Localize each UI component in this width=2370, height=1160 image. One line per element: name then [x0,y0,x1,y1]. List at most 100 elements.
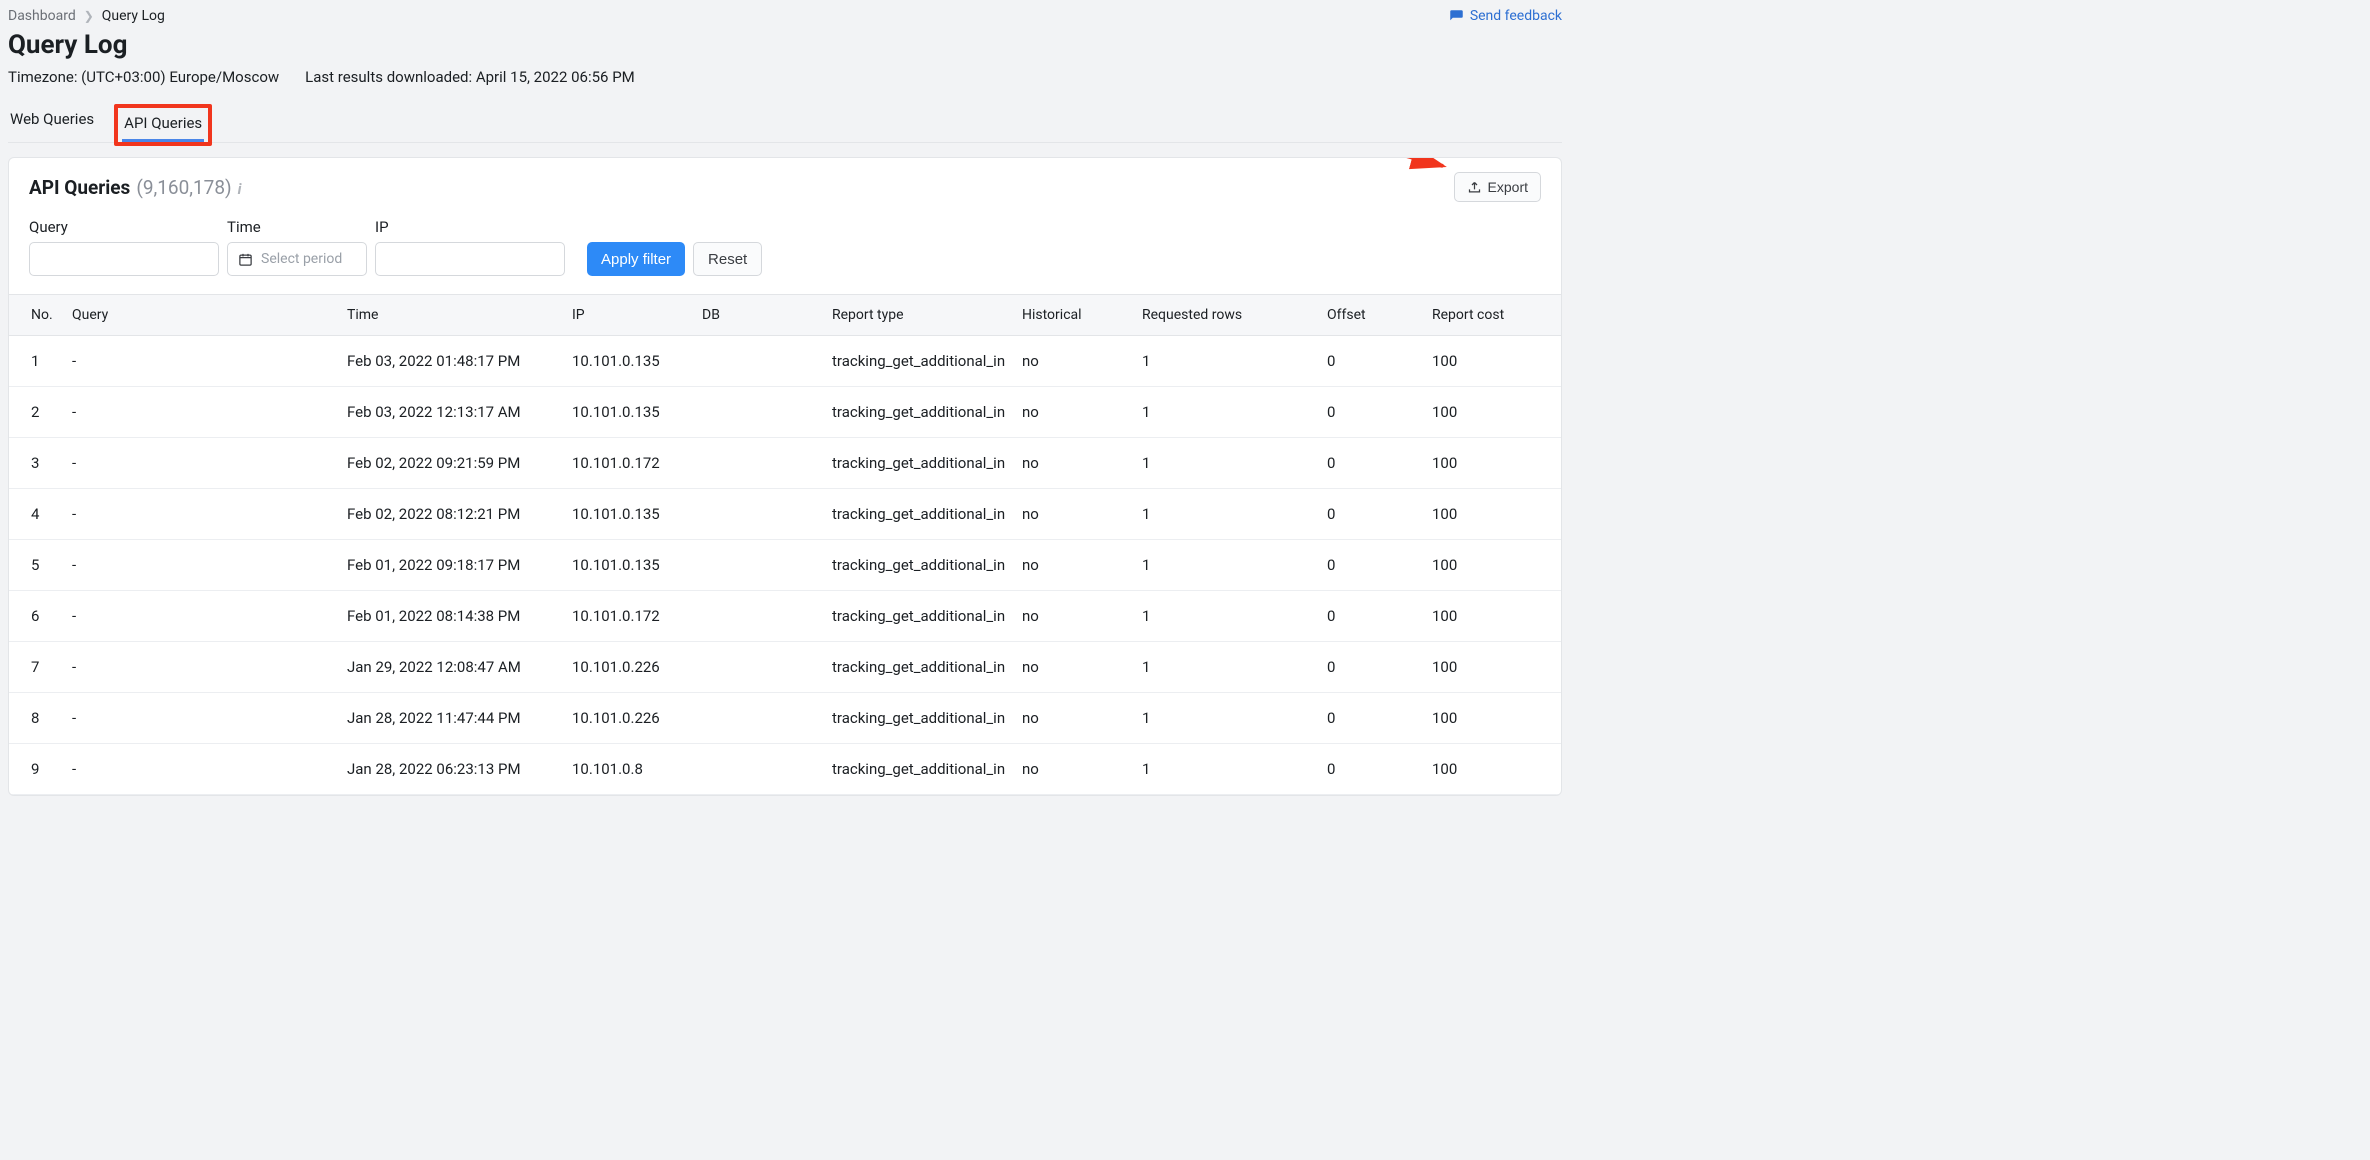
query-filter-label: Query [29,218,219,236]
cell-db [694,336,824,387]
send-feedback-link[interactable]: Send feedback [1449,8,1562,24]
cell-ip: 10.101.0.226 [564,693,694,744]
cell-no: 5 [9,540,64,591]
card-count: (9,160,178) [136,176,231,199]
cell-offset: 0 [1319,489,1424,540]
cell-report_cost: 100 [1424,489,1561,540]
col-offset[interactable]: Offset [1319,295,1424,336]
query-log-table: No. Query Time IP DB Report type Histori… [9,294,1561,795]
cell-historical: no [1014,693,1134,744]
table-row[interactable]: 8-Jan 28, 2022 11:47:44 PM10.101.0.226tr… [9,693,1561,744]
cell-report_cost: 100 [1424,744,1561,795]
cell-report_cost: 100 [1424,336,1561,387]
info-icon[interactable]: i [238,180,242,198]
export-icon [1467,180,1482,195]
calendar-icon [238,252,253,267]
breadcrumb-current: Query Log [102,8,165,24]
cell-report_type: tracking_get_additional_in [824,387,1014,438]
tab-web-queries[interactable]: Web Queries [8,104,96,142]
cell-requested_rows: 1 [1134,336,1319,387]
col-ip[interactable]: IP [564,295,694,336]
cell-db [694,540,824,591]
time-filter-label: Time [227,218,367,236]
cell-report_cost: 100 [1424,540,1561,591]
table-row[interactable]: 1-Feb 03, 2022 01:48:17 PM10.101.0.135tr… [9,336,1561,387]
cell-no: 6 [9,591,64,642]
table-row[interactable]: 9-Jan 28, 2022 06:23:13 PM10.101.0.8trac… [9,744,1561,795]
cell-ip: 10.101.0.135 [564,336,694,387]
col-time[interactable]: Time [339,295,564,336]
cell-query: - [64,591,339,642]
time-placeholder: Select period [261,251,342,267]
send-feedback-label: Send feedback [1470,8,1562,24]
apply-filter-button[interactable]: Apply filter [587,242,685,276]
table-row[interactable]: 4-Feb 02, 2022 08:12:21 PM10.101.0.135tr… [9,489,1561,540]
cell-requested_rows: 1 [1134,693,1319,744]
cell-ip: 10.101.0.8 [564,744,694,795]
cell-no: 3 [9,438,64,489]
cell-db [694,438,824,489]
cell-time: Feb 03, 2022 01:48:17 PM [339,336,564,387]
cell-offset: 0 [1319,438,1424,489]
table-row[interactable]: 7-Jan 29, 2022 12:08:47 AM10.101.0.226tr… [9,642,1561,693]
cell-time: Jan 29, 2022 12:08:47 AM [339,642,564,693]
col-report-cost[interactable]: Report cost [1424,295,1561,336]
cell-historical: no [1014,591,1134,642]
annotation-arrow-icon [1273,157,1453,172]
cell-requested_rows: 1 [1134,438,1319,489]
col-historical[interactable]: Historical [1014,295,1134,336]
annotation-highlight: API Queries [114,104,212,146]
cell-report_cost: 100 [1424,438,1561,489]
col-requested-rows[interactable]: Requested rows [1134,295,1319,336]
cell-query: - [64,489,339,540]
time-period-picker[interactable]: Select period [227,242,367,276]
ip-filter-label: IP [375,218,565,236]
cell-query: - [64,438,339,489]
col-db[interactable]: DB [694,295,824,336]
cell-time: Feb 01, 2022 08:14:38 PM [339,591,564,642]
cell-historical: no [1014,438,1134,489]
cell-offset: 0 [1319,591,1424,642]
table-row[interactable]: 6-Feb 01, 2022 08:14:38 PM10.101.0.172tr… [9,591,1561,642]
col-report-type[interactable]: Report type [824,295,1014,336]
cell-historical: no [1014,540,1134,591]
cell-report_type: tracking_get_additional_in [824,540,1014,591]
page-title: Query Log [8,30,1562,60]
cell-historical: no [1014,336,1134,387]
export-button[interactable]: Export [1454,172,1541,202]
cell-query: - [64,693,339,744]
cell-offset: 0 [1319,387,1424,438]
cell-time: Jan 28, 2022 06:23:13 PM [339,744,564,795]
breadcrumb-root[interactable]: Dashboard [8,8,76,24]
cell-report_type: tracking_get_additional_in [824,744,1014,795]
query-input[interactable] [29,242,219,276]
ip-input[interactable] [375,242,565,276]
cell-historical: no [1014,642,1134,693]
cell-db [694,642,824,693]
cell-query: - [64,336,339,387]
col-no[interactable]: No. [9,295,64,336]
table-row[interactable]: 5-Feb 01, 2022 09:18:17 PM10.101.0.135tr… [9,540,1561,591]
cell-report_type: tracking_get_additional_in [824,336,1014,387]
breadcrumb: Dashboard ❯ Query Log [8,8,165,24]
cell-historical: no [1014,744,1134,795]
cell-offset: 0 [1319,744,1424,795]
table-row[interactable]: 2-Feb 03, 2022 12:13:17 AM10.101.0.135tr… [9,387,1561,438]
cell-time: Jan 28, 2022 11:47:44 PM [339,693,564,744]
export-label: Export [1488,179,1528,195]
reset-button[interactable]: Reset [693,242,762,276]
cell-time: Feb 01, 2022 09:18:17 PM [339,540,564,591]
cell-historical: no [1014,489,1134,540]
cell-db [694,387,824,438]
cell-time: Feb 03, 2022 12:13:17 AM [339,387,564,438]
cell-offset: 0 [1319,336,1424,387]
cell-query: - [64,387,339,438]
col-query[interactable]: Query [64,295,339,336]
cell-ip: 10.101.0.172 [564,438,694,489]
tab-api-queries[interactable]: API Queries [122,108,204,142]
cell-requested_rows: 1 [1134,489,1319,540]
table-row[interactable]: 3-Feb 02, 2022 09:21:59 PM10.101.0.172tr… [9,438,1561,489]
cell-report_cost: 100 [1424,387,1561,438]
cell-time: Feb 02, 2022 09:21:59 PM [339,438,564,489]
cell-no: 1 [9,336,64,387]
